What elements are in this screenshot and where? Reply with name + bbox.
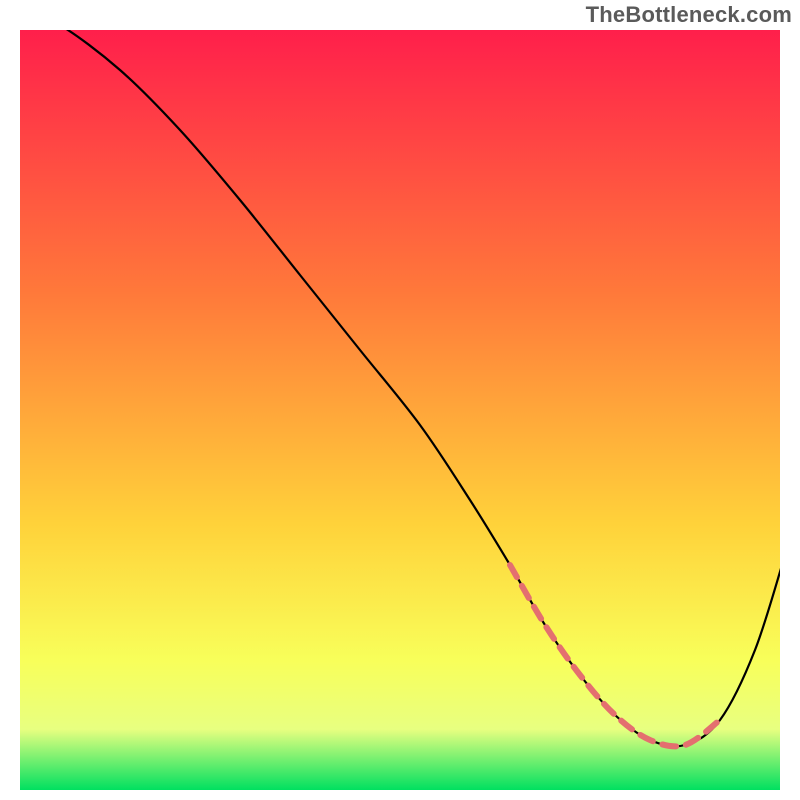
chart-root: TheBottleneck.com bbox=[0, 0, 800, 800]
chart-background bbox=[20, 30, 780, 790]
watermark-text: TheBottleneck.com bbox=[586, 2, 792, 28]
chart-canvas bbox=[0, 0, 800, 800]
